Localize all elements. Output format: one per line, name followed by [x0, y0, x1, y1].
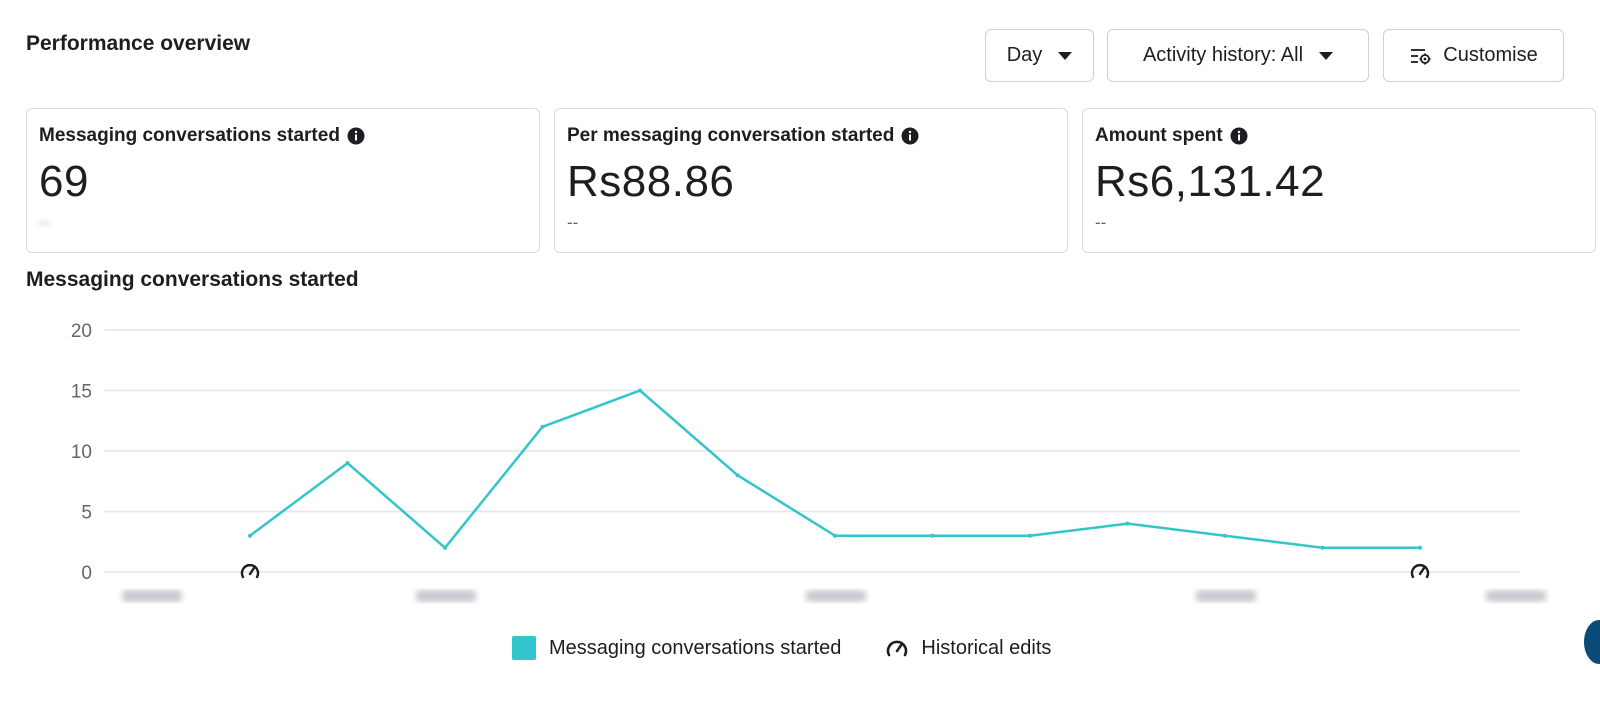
data-point [443, 545, 447, 550]
legend-swatch [512, 636, 536, 660]
x-tick-label-blurred [1486, 590, 1546, 602]
y-tick-label: 20 [71, 321, 92, 342]
data-point [930, 533, 935, 538]
data-point [1223, 533, 1227, 538]
legend-label: Historical edits [921, 636, 1052, 659]
x-tick-label-blurred [1196, 590, 1256, 602]
y-tick-label: 0 [81, 563, 92, 584]
line-chart: 20 15 10 5 0 [71, 321, 1546, 602]
gauge-edit-icon[interactable] [240, 564, 260, 579]
data-point [735, 473, 740, 478]
data-point [1125, 521, 1130, 526]
data-point [1028, 533, 1032, 538]
x-tick-label-blurred [416, 590, 476, 602]
data-point [1418, 545, 1422, 550]
gauge-edit-icon[interactable] [1410, 564, 1430, 579]
x-tick-label-blurred [806, 590, 866, 602]
data-point [540, 424, 545, 429]
y-tick-label: 15 [71, 382, 92, 403]
chart-legend: Messaging conversations started Historic… [512, 636, 1051, 660]
y-tick-label: 5 [81, 503, 92, 524]
performance-overview-panel: Performance overview Day Activity histor… [0, 0, 1600, 704]
x-tick-label-blurred [122, 590, 182, 602]
data-point [1320, 545, 1325, 550]
legend-item-historical-edits[interactable]: Historical edits [885, 637, 1051, 660]
legend-item-conversations[interactable]: Messaging conversations started [512, 636, 841, 660]
series-line-conversations [249, 389, 1420, 550]
y-tick-label: 10 [71, 442, 92, 463]
legend-label: Messaging conversations started [549, 636, 842, 659]
data-point [638, 388, 642, 393]
data-point [248, 533, 252, 538]
data-point [345, 461, 350, 466]
data-point [833, 533, 837, 538]
gauge-edit-icon [885, 637, 911, 659]
